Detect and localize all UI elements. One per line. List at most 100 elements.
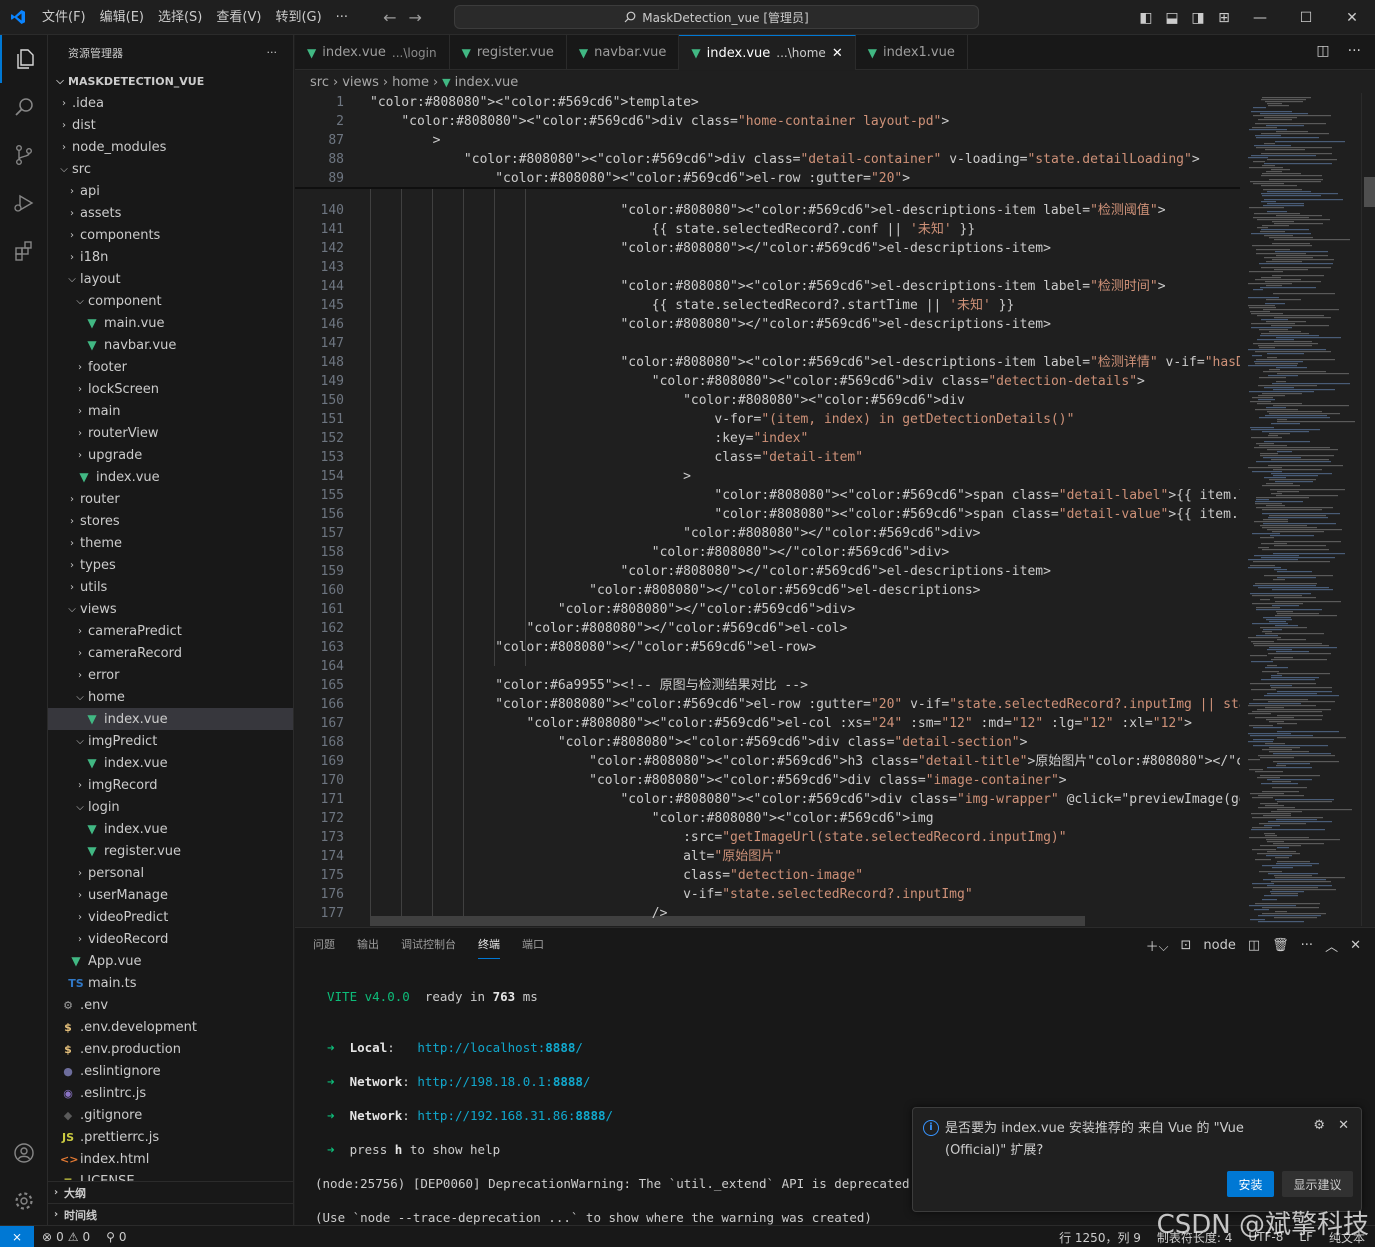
file-row[interactable]: TS main.ts [48,972,293,994]
remote-icon[interactable]: ⨯ [0,1225,34,1247]
close-tab-icon[interactable]: ✕ [832,46,843,61]
file-row[interactable]: ● .eslintignore [48,1060,293,1082]
folder-row[interactable]: ⌵ component [48,290,293,312]
source-control-icon[interactable] [0,131,48,179]
panel-tab[interactable]: 端口 [522,936,544,959]
editor-tab[interactable]: ▼ register.vue [450,35,567,70]
more-actions-icon[interactable]: ··· [267,46,278,59]
folder-row[interactable]: › cameraRecord [48,642,293,664]
accounts-icon[interactable] [0,1129,48,1177]
terminal-shell-name[interactable]: node [1203,938,1235,953]
folder-row[interactable]: ⌵ home [48,686,293,708]
forward-arrow-icon[interactable]: → [408,8,421,27]
editor-tab[interactable]: ▼ index.vue ...\home ✕ [679,35,856,70]
folder-row[interactable]: ⌵ imgPredict [48,730,293,752]
menu-item[interactable]: 查看(V) [209,0,268,35]
panel-tab[interactable]: 调试控制台 [401,936,456,959]
problems-status[interactable]: ⊗ 0 ⚠ 0 [42,1230,90,1244]
maximize-panel-icon[interactable]: ︿ [1325,936,1338,955]
panel-tab[interactable]: 问题 [313,936,335,959]
maximize-icon[interactable]: ☐ [1283,10,1329,26]
menu-item[interactable]: 文件(F) [35,0,93,35]
folder-row[interactable]: › api [48,180,293,202]
file-row[interactable]: <> index.html [48,1148,293,1170]
file-row[interactable]: ⚙ .env [48,994,293,1016]
cursor-position[interactable]: 行 1250，列 9 [1059,1229,1141,1246]
folder-row[interactable]: › footer [48,356,293,378]
show-recommendations-button[interactable]: 显示建议 [1282,1171,1353,1197]
terminal-shell-icon[interactable]: ⊡ [1181,938,1192,953]
file-row[interactable]: $ .env.production [48,1038,293,1060]
back-arrow-icon[interactable]: ← [383,8,396,27]
folder-row[interactable]: › videoPredict [48,906,293,928]
folder-row[interactable]: ⌵ views [48,598,293,620]
breadcrumb-item[interactable]: index.vue [455,75,519,90]
folder-row[interactable]: ⌵ layout [48,268,293,290]
folder-row[interactable]: › node_modules [48,136,293,158]
file-row[interactable]: ▼ App.vue [48,950,293,972]
panel-more-icon[interactable]: ··· [1301,938,1313,953]
menu-item[interactable]: 编辑(E) [93,0,151,35]
file-row[interactable]: ◉ .eslintrc.js [48,1082,293,1104]
install-button[interactable]: 安装 [1227,1171,1274,1197]
file-row[interactable]: $ .env.development [48,1016,293,1038]
toggle-panel-icon[interactable]: ⬓ [1159,10,1185,26]
file-row[interactable]: ▼ register.vue [48,840,293,862]
folder-row[interactable]: › personal [48,862,293,884]
folder-row[interactable]: › upgrade [48,444,293,466]
toggle-secondary-sidebar-icon[interactable]: ◨ [1185,10,1211,26]
vertical-scrollbar[interactable] [1361,93,1375,926]
kill-terminal-icon[interactable]: 🗑 [1272,938,1289,953]
file-row[interactable]: ▼ index.vue [48,752,293,774]
folder-row[interactable]: › main [48,400,293,422]
scrollbar-thumb[interactable] [1364,177,1375,207]
folder-row[interactable]: › i18n [48,246,293,268]
explorer-icon[interactable] [0,35,48,83]
folder-row[interactable]: › theme [48,532,293,554]
timeline-section[interactable]: › 时间线 [48,1203,293,1225]
notification-settings-icon[interactable]: ⚙ [1313,1118,1325,1133]
manage-gear-icon[interactable] [0,1177,48,1225]
breadcrumb-item[interactable]: home [392,75,429,90]
folder-row[interactable]: › userManage [48,884,293,906]
menu-item[interactable]: 选择(S) [151,0,209,35]
folder-row[interactable]: › videoRecord [48,928,293,950]
code-editor[interactable]: 140 "color:#808080"><"color:#569cd6">el-… [295,93,1240,926]
editor-tab[interactable]: ▼ index1.vue [856,35,968,70]
file-row[interactable]: ▼ index.vue [48,466,293,488]
minimize-icon[interactable]: — [1237,10,1283,26]
editor-tab[interactable]: ▼ index.vue ...\login [295,35,450,70]
new-terminal-icon[interactable]: ＋⌵ [1146,936,1169,955]
extensions-icon[interactable] [0,227,48,275]
folder-row[interactable]: › stores [48,510,293,532]
close-panel-icon[interactable]: ✕ [1350,938,1361,953]
breadcrumb-item[interactable]: views [342,75,379,90]
run-debug-icon[interactable] [0,179,48,227]
menu-item[interactable]: 转到(G) [268,0,328,35]
folder-row[interactable]: › .idea [48,92,293,114]
folder-row[interactable]: › assets [48,202,293,224]
panel-tab[interactable]: 终端 [478,936,500,959]
folder-row[interactable]: › dist [48,114,293,136]
command-center-search[interactable]: MaskDetection_vue [管理员] [454,5,979,29]
folder-row[interactable]: › utils [48,576,293,598]
close-window-icon[interactable]: ✕ [1329,10,1375,26]
customize-layout-icon[interactable]: ⊞ [1211,10,1237,26]
menu-item[interactable]: ··· [329,0,355,35]
outline-section[interactable]: › 大纲 [48,1181,293,1203]
folder-row[interactable]: › lockScreen [48,378,293,400]
file-row[interactable]: ▼ main.vue [48,312,293,334]
file-row[interactable]: ▼ navbar.vue [48,334,293,356]
folder-row[interactable]: › cameraPredict [48,620,293,642]
folder-row[interactable]: › error [48,664,293,686]
folder-row[interactable]: › routerView [48,422,293,444]
local-url[interactable]: http://localhost:8888/ [417,1040,583,1055]
folder-row[interactable]: › router [48,488,293,510]
toggle-sidebar-icon[interactable]: ◧ [1133,10,1159,26]
ports-status[interactable]: ⚲ 0 [106,1230,126,1244]
panel-tab[interactable]: 输出 [357,936,379,959]
project-root[interactable]: ⌵ MASKDETECTION_VUE [48,70,293,92]
split-editor-icon[interactable]: ◫ [1316,43,1329,59]
minimap[interactable] [1240,93,1361,926]
breadcrumb-item[interactable]: src [310,75,329,90]
